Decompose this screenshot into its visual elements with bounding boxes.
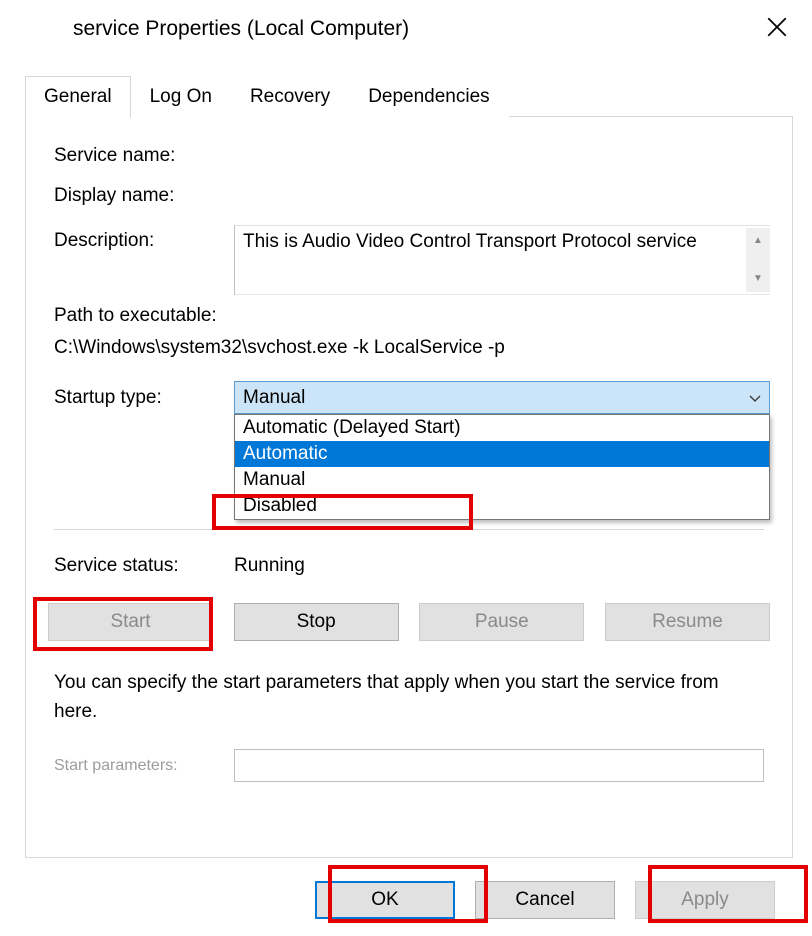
dialog-buttons: OK Cancel Apply	[13, 881, 805, 919]
option-manual[interactable]: Manual	[235, 467, 769, 493]
service-status-label: Service status:	[54, 555, 234, 577]
startup-type-label: Startup type:	[54, 387, 234, 409]
scroll-up-icon: ▲	[753, 236, 763, 246]
path-value: C:\Windows\system32\svchost.exe -k Local…	[54, 337, 770, 359]
pause-button: Pause	[419, 603, 584, 641]
scroll-down-icon: ▼	[753, 274, 763, 284]
description-value: This is Audio Video Control Transport Pr…	[243, 231, 697, 252]
cancel-button[interactable]: Cancel	[475, 881, 615, 919]
tab-strip: General Log On Recovery Dependencies	[25, 73, 509, 117]
start-params-row: Start parameters:	[54, 749, 764, 782]
description-label: Description:	[54, 225, 234, 252]
titlebar: service Properties (Local Computer)	[13, 1, 805, 57]
general-panel: Service name: Display name: Description:…	[25, 116, 793, 858]
close-button[interactable]	[757, 7, 797, 47]
service-properties-dialog: service Properties (Local Computer) Gene…	[12, 0, 806, 936]
startup-type-combo[interactable]: Manual Automatic (Delayed Start) Automat…	[234, 381, 770, 414]
tab-log-on[interactable]: Log On	[131, 76, 231, 118]
startup-type-dropdown: Automatic (Delayed Start) Automatic Manu…	[234, 414, 770, 520]
chevron-down-icon	[749, 387, 761, 409]
start-params-input	[234, 749, 764, 782]
tab-general[interactable]: General	[25, 76, 131, 118]
startup-type-selected[interactable]: Manual	[234, 381, 770, 414]
option-disabled[interactable]: Disabled	[235, 493, 769, 519]
start-params-label: Start parameters:	[54, 757, 234, 775]
start-button: Start	[48, 603, 213, 641]
description-field[interactable]: This is Audio Video Control Transport Pr…	[234, 225, 770, 295]
path-block: Path to executable: C:\Windows\system32\…	[54, 305, 770, 359]
divider	[54, 529, 764, 530]
apply-button: Apply	[635, 881, 775, 919]
option-automatic-delayed[interactable]: Automatic (Delayed Start)	[235, 415, 769, 441]
ok-button[interactable]: OK	[315, 881, 455, 919]
window-title: service Properties (Local Computer)	[73, 17, 409, 41]
option-automatic[interactable]: Automatic	[235, 441, 769, 467]
display-name-label: Display name:	[54, 185, 234, 207]
path-label: Path to executable:	[54, 305, 770, 327]
tab-recovery[interactable]: Recovery	[231, 76, 349, 118]
close-icon	[767, 17, 787, 37]
start-params-hint: You can specify the start parameters tha…	[54, 669, 764, 726]
stop-button[interactable]: Stop	[234, 603, 399, 641]
resume-button: Resume	[605, 603, 770, 641]
startup-type-selected-text: Manual	[243, 387, 305, 409]
service-status-value: Running	[234, 555, 305, 577]
service-name-label: Service name:	[54, 145, 234, 167]
description-scrollbar[interactable]: ▲ ▼	[746, 228, 770, 292]
status-row: Service status: Running	[54, 555, 305, 577]
tab-dependencies[interactable]: Dependencies	[349, 76, 508, 118]
control-buttons: Start Stop Pause Resume	[48, 603, 770, 641]
